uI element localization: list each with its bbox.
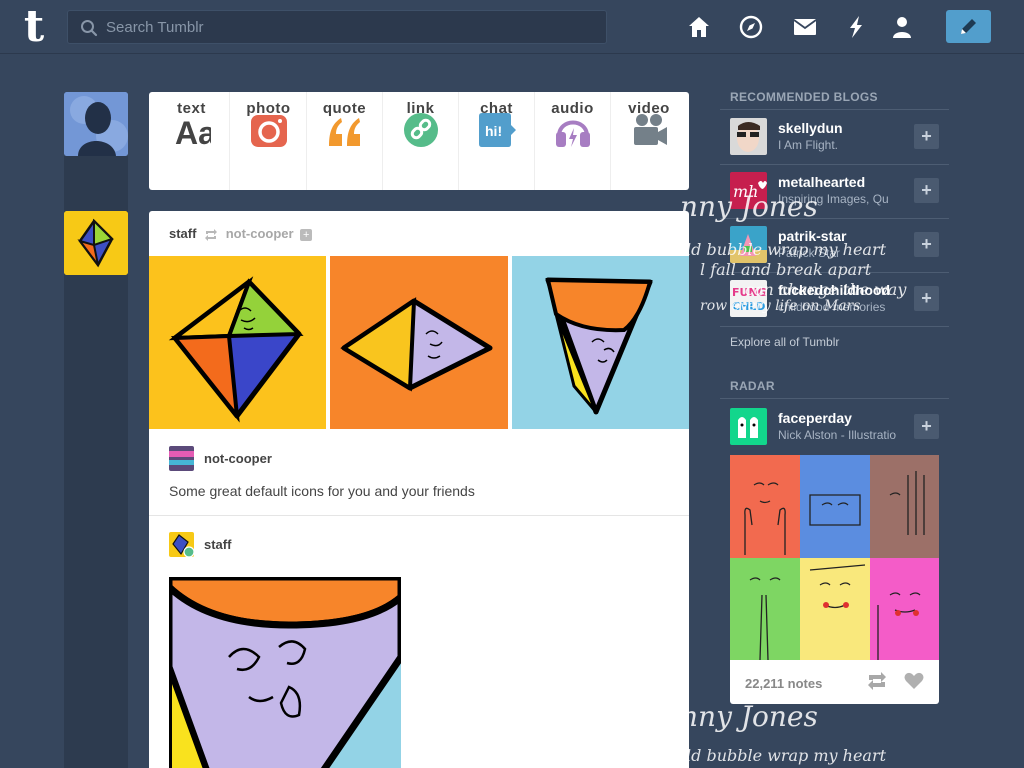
photo-cone-blue[interactable]: [512, 256, 689, 429]
tumblr-logo[interactable]: t: [17, 5, 51, 49]
quote-icon: [329, 118, 360, 146]
overlay-script-text: ld bubble wrap my heart: [686, 746, 887, 765]
follow-blog-button[interactable]: +: [914, 286, 939, 311]
blog-name[interactable]: skellydun: [778, 120, 843, 136]
blog-title: Inspiring Images, Qu: [778, 192, 889, 206]
post-type-audio[interactable]: audio: [535, 92, 611, 190]
blog-title: childhood memories: [778, 300, 886, 314]
photo-kite-yellow[interactable]: [149, 256, 326, 429]
blog-name[interactable]: metalhearted: [778, 174, 865, 190]
post-type-bar: text Aa photo quote link chat hi! audio …: [149, 92, 689, 190]
messages-envelope-icon[interactable]: [792, 14, 818, 40]
follow-plus-icon[interactable]: +: [300, 228, 313, 241]
dashboard-post: staff not-cooper + not-cooper Some great…: [149, 211, 689, 768]
blog-title: I Am Flight.: [778, 138, 839, 152]
recommended-blog-item[interactable]: mh metalhearted Inspiring Images, Qu +: [720, 164, 949, 218]
video-camera-icon: [634, 114, 667, 145]
radar-post-card[interactable]: 22,211 notes: [730, 455, 939, 704]
radar-blog-item[interactable]: faceperday Nick Alston - Illustratio +: [720, 400, 949, 454]
follow-blog-button[interactable]: +: [914, 232, 939, 257]
post-type-video[interactable]: video: [611, 92, 687, 190]
radar-blog-name[interactable]: faceperday: [778, 410, 852, 426]
radar-blog-title: Nick Alston - Illustratio: [778, 428, 897, 442]
reblogged-from-link[interactable]: not-cooper: [226, 226, 294, 241]
post-type-chat[interactable]: chat hi!: [459, 92, 535, 190]
svg-text:hi!: hi!: [485, 123, 502, 139]
post-type-quote[interactable]: quote: [307, 92, 383, 190]
post-type-photo[interactable]: photo: [231, 92, 307, 190]
text-aa-icon: Aa: [175, 115, 211, 148]
reblog-author-avatar[interactable]: [169, 446, 194, 471]
headphones-icon: [556, 120, 590, 147]
user-avatar[interactable]: [64, 92, 128, 156]
link-icon: [404, 113, 438, 147]
radar-blog-avatar[interactable]: [730, 408, 767, 445]
follow-blog-button[interactable]: +: [914, 178, 939, 203]
blog-title: Patrick Star: [778, 246, 841, 260]
pencil-icon: [961, 19, 976, 34]
photoset[interactable]: [149, 256, 689, 429]
recommended-blog-item[interactable]: skellydun I Am Flight. +: [720, 110, 949, 164]
photo-diamond-orange[interactable]: [330, 256, 508, 429]
camera-icon: [251, 115, 287, 147]
chat-bubble-icon: hi!: [479, 113, 516, 147]
post-type-text[interactable]: text Aa: [154, 92, 230, 190]
recommended-blog-item[interactable]: patrik-star Patrick Star +: [720, 218, 949, 272]
blog-avatar[interactable]: mh: [730, 172, 767, 209]
second-author-avatar[interactable]: [169, 532, 194, 557]
reblog-trail-entry: not-cooper: [149, 429, 689, 516]
blog-avatar[interactable]: [730, 118, 767, 155]
activity-lightning-icon[interactable]: [843, 14, 869, 40]
post-caption: Some great default icons for you and you…: [169, 483, 475, 499]
reblog-icon[interactable]: [866, 672, 888, 690]
svg-text:FUNG: FUNG: [732, 286, 767, 299]
reblog-icon: [205, 228, 218, 241]
home-icon[interactable]: [686, 14, 712, 40]
explore-compass-icon[interactable]: [738, 14, 764, 40]
blog-name[interactable]: fuckedchildhood: [778, 282, 890, 298]
radar-post-image[interactable]: [730, 455, 939, 661]
post-author-avatar[interactable]: [64, 211, 128, 275]
svg-text:CHLD: CHLD: [732, 300, 765, 313]
post-type-link[interactable]: link: [383, 92, 459, 190]
recommended-blog-item[interactable]: FUNG CHLD fuckedchildhood childhood memor…: [720, 272, 949, 326]
overlay-script-text: nny Jones: [680, 700, 818, 733]
like-heart-icon[interactable]: [904, 672, 924, 690]
sidebar-divider: [720, 326, 949, 327]
blog-name[interactable]: patrik-star: [778, 228, 846, 244]
post-large-photo[interactable]: [169, 577, 401, 768]
post-author-link[interactable]: staff: [169, 226, 196, 241]
explore-all-link[interactable]: Explore all of Tumblr: [730, 335, 839, 349]
radar-title: RADAR: [730, 379, 775, 393]
kite-avatar-icon: [64, 211, 128, 275]
search-input[interactable]: [106, 11, 596, 43]
follow-blog-button[interactable]: +: [914, 124, 939, 149]
svg-text:Aa: Aa: [175, 115, 211, 148]
top-header: t: [0, 0, 1024, 54]
compose-button[interactable]: [946, 10, 991, 43]
recommended-blogs-title: RECOMMENDED BLOGS: [730, 90, 878, 104]
post-header: staff not-cooper +: [169, 226, 313, 244]
second-author-name[interactable]: staff: [204, 537, 231, 552]
blog-avatar[interactable]: [730, 226, 767, 263]
svg-text:mh: mh: [733, 182, 758, 201]
follow-radar-button[interactable]: +: [914, 414, 939, 439]
blog-avatar[interactable]: FUNG CHLD: [730, 280, 767, 317]
sidebar-divider: [720, 398, 949, 399]
search-icon: [81, 20, 98, 37]
notes-count[interactable]: 22,211 notes: [745, 676, 822, 691]
search-box[interactable]: [67, 10, 607, 44]
reblog-author-name[interactable]: not-cooper: [204, 451, 272, 466]
default-silhouette-icon: [64, 92, 128, 156]
account-person-icon[interactable]: [889, 14, 915, 40]
